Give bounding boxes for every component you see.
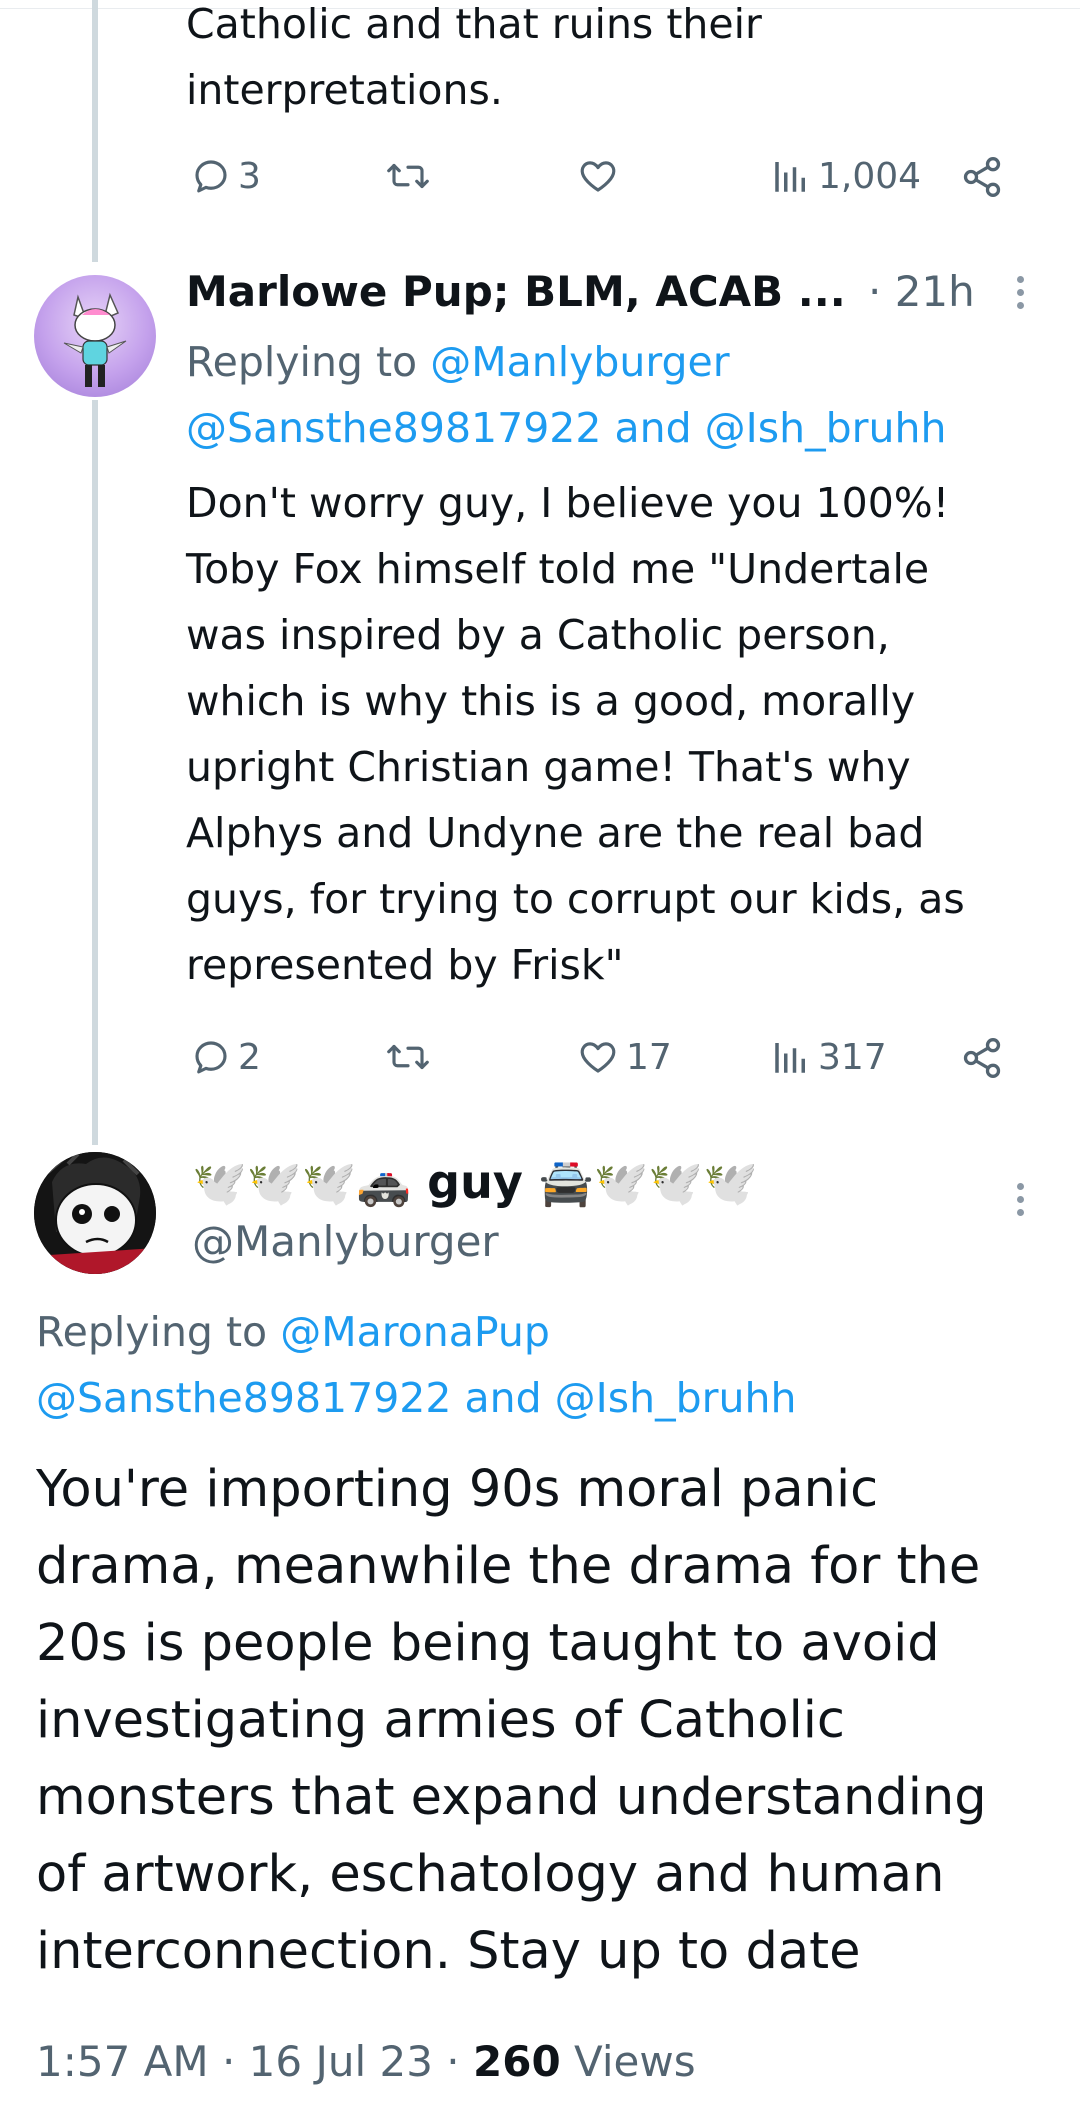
prev-share-button[interactable] [960,155,1004,199]
prev-views-button[interactable]: 1,004 [770,155,921,197]
replying-to-label: Replying to [36,1308,268,1356]
replying-to-user-link[interactable]: @Manlyburger [430,338,729,386]
like-icon [580,161,616,192]
name-text: guy [427,1155,523,1209]
retweet-icon [387,1044,429,1070]
name-emoji-left: 🕊️🕊️🕊️🚓 [192,1158,412,1209]
prev-reply-count: 3 [238,155,261,197]
reply-reply-button[interactable]: 2 [190,1036,261,1078]
main-body-line: 20s is people being taught to avoid [36,1614,940,1673]
main-body-line: of artwork, eschatology and human [36,1845,945,1904]
replying-to-user-link[interactable]: @MaronaPup [280,1308,550,1356]
share-icon [963,1038,1001,1078]
more-icon[interactable] [1014,1183,1026,1216]
reply-retweet-button[interactable] [385,1036,431,1078]
prev-tweet-body-line: interpretations. [186,66,503,114]
avatar[interactable] [34,275,156,397]
reply-body-line: represented by Frisk" [186,941,624,989]
main-display-name[interactable]: 🕊️🕊️🕊️🚓 guy 🚔🕊️🕊️🕊️ [192,1152,758,1212]
prev-tweet-body-line: Catholic and that ruins their [186,0,762,48]
main-handle[interactable]: @Manlyburger [192,1216,499,1268]
main-body-line: monsters that expand understanding [36,1768,987,1827]
avatar[interactable] [34,1152,156,1274]
reply-display-name[interactable]: Marlowe Pup; BLM, ACAB ... [186,266,846,318]
reply-views-button[interactable]: 317 [770,1036,887,1078]
main-body-line: You're importing 90s moral panic [36,1460,879,1519]
replying-to-label: Replying to [186,338,418,386]
post-time[interactable]: 1:57 AM · 16 Jul 23 · [36,2037,473,2086]
reply-views-count: 317 [818,1036,887,1078]
reply-like-count: 17 [626,1036,672,1078]
avatar-figure [34,1152,156,1274]
main-body-line: investigating armies of Catholic [36,1691,845,1750]
main-tweet-meta: 1:57 AM · 16 Jul 23 · 260 Views [36,2036,696,2088]
thread-line-top [92,0,98,262]
replying-to-others-link[interactable]: @Sansthe89817922 and @Ish_bruhh [186,403,946,453]
more-icon[interactable] [1014,276,1026,309]
reply-body-line: Toby Fox himself told me "Undertale [186,545,930,593]
reply-like-button[interactable]: 17 [576,1036,672,1078]
reply-body-line: was inspired by a Catholic person, [186,611,890,659]
prev-views-count: 1,004 [818,155,922,197]
avatar-figure [63,292,127,387]
reply-body-line: upright Christian game! That's why [186,743,911,791]
name-emoji-right: 🚔🕊️🕊️🕊️ [538,1158,758,1209]
main-replying-to: Replying to @MaronaPup [36,1306,550,1358]
reply-replying-to: Replying to @Manlyburger [186,337,730,387]
main-body-line: drama, meanwhile the drama for the [36,1537,981,1596]
prev-reply-button[interactable]: 3 [190,155,261,197]
prev-like-button[interactable] [576,155,620,197]
prev-retweet-button[interactable] [385,155,431,197]
share-icon [963,157,1001,197]
views-label: Views [560,2037,696,2086]
like-icon [580,1042,616,1073]
reply-share-button[interactable] [960,1036,1004,1080]
views-icon [775,162,805,192]
retweet-icon [387,163,429,189]
reply-body-line: Don't worry guy, I believe you 100%! [186,479,950,527]
replying-to-others-link[interactable]: @Sansthe89817922 and @Ish_bruhh [36,1372,796,1424]
main-body-line: interconnection. Stay up to date [36,1922,861,1981]
reply-body-line: guys, for trying to corrupt our kids, as [186,875,965,923]
reply-body-line: which is why this is a good, morally [186,677,916,725]
views-count: 260 [473,2037,561,2086]
reply-timestamp[interactable]: · 21h [868,266,975,318]
reply-reply-count: 2 [238,1036,261,1078]
reply-body-line: Alphys and Undyne are the real bad [186,809,925,857]
thread-line-bottom [92,400,98,1145]
reply-icon [195,1041,227,1074]
views-icon [775,1043,805,1073]
reply-icon [195,160,227,193]
